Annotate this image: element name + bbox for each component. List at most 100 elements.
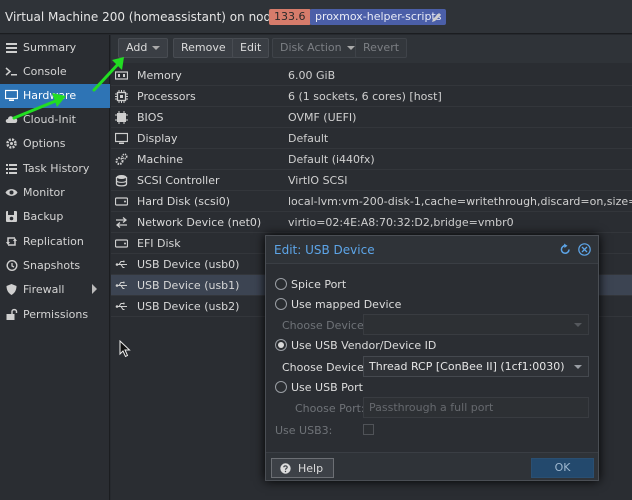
table-row[interactable]: Machine Default (i440fx) (111, 149, 632, 170)
floppy-icon (6, 211, 17, 222)
row-name: SCSI Controller (137, 174, 220, 187)
row-value: 6 (1 sockets, 6 cores) [host] (288, 90, 442, 103)
sidebar-item-label: Snapshots (23, 259, 81, 272)
chevron-down-icon (574, 365, 582, 369)
gear-icon (6, 138, 17, 149)
chevron-down-icon (574, 323, 582, 327)
row-name: USB Device (usb0) (137, 258, 240, 271)
pencil-icon[interactable] (431, 11, 443, 23)
spice-port-label: Spice Port (291, 278, 347, 291)
row-name: Display (137, 132, 178, 145)
row-name: USB Device (usb2) (137, 300, 240, 313)
table-row[interactable]: Memory 6.00 GiB (111, 65, 632, 86)
table-row[interactable]: BIOS OVMF (UEFI) (111, 107, 632, 128)
mouse-cursor-icon (119, 340, 131, 358)
row-value: Default (288, 132, 329, 145)
choose-device-select[interactable]: Thread RCP [ConBee II] (1cf1:0030) (363, 356, 589, 377)
choose-device-label: Choose Device: (282, 361, 368, 374)
usb-port-label: Use USB Port (291, 381, 363, 394)
ok-button[interactable]: OK (531, 458, 594, 478)
row-value: virtio=02:4E:A8:70:32:D2,bridge=vmbr0 (288, 216, 514, 229)
sidebar-item-label: Task History (23, 162, 90, 175)
vendor-device-radio[interactable] (275, 339, 287, 351)
vendor-device-label: Use USB Vendor/Device ID (291, 339, 437, 352)
row-value: OVMF (UEFI) (288, 111, 357, 124)
page-title: Virtual Machine 200 (homeassistant) on n… (5, 10, 312, 24)
sidebar-item-label: Console (23, 65, 67, 78)
edit-button[interactable]: Edit (232, 38, 270, 58)
mapped-device-label: Use mapped Device (291, 298, 402, 311)
summary-icon (6, 43, 17, 53)
row-name: Network Device (net0) (137, 216, 262, 229)
unlock-icon (6, 308, 18, 320)
revert-button[interactable]: Revert (355, 38, 408, 58)
sidebar-item-monitor[interactable]: Monitor (0, 181, 110, 205)
dialog-footer: Help OK (266, 452, 598, 480)
sidebar-item-permissions[interactable]: Permissions (0, 303, 110, 327)
tag-helper-scripts[interactable]: proxmox-helper-scripts (310, 9, 447, 25)
hdd-icon (115, 197, 128, 206)
database-icon (115, 175, 128, 187)
close-icon[interactable] (578, 243, 591, 256)
usb-icon (115, 281, 127, 290)
row-name: Memory (137, 69, 182, 82)
question-circle-icon (280, 463, 291, 474)
choose-port-label: Choose Port: (295, 402, 365, 415)
use-usb3-checkbox[interactable] (363, 424, 374, 435)
spice-port-radio[interactable] (275, 278, 287, 290)
table-row[interactable]: Network Device (net0) virtio=02:4E:A8:70… (111, 212, 632, 233)
sidebar-item-snapshots[interactable]: Snapshots (0, 254, 110, 278)
disk-action-button[interactable]: Disk Action (272, 38, 363, 58)
edit-usb-device-dialog: Edit: USB Device Spice Port Use mapped D… (265, 235, 599, 481)
sidebar-item-label: Monitor (23, 186, 65, 199)
sidebar-item-label: Replication (23, 235, 84, 248)
shield-icon (6, 284, 17, 295)
display-icon (115, 132, 128, 144)
usb-icon (115, 260, 127, 269)
mapped-choose-device-label: Choose Device: (282, 319, 368, 332)
choose-port-select[interactable]: Passthrough a full port (363, 397, 589, 418)
chevron-right-icon[interactable] (92, 284, 97, 294)
row-name: Hard Disk (scsi0) (137, 195, 231, 208)
sidebar-item-firewall[interactable]: Firewall (0, 278, 110, 302)
help-button[interactable]: Help (271, 458, 334, 478)
sidebar-item-label: Summary (23, 41, 77, 54)
eye-icon (5, 189, 18, 196)
toolbar: Add Remove Edit Disk Action Revert (111, 35, 632, 63)
usb-port-radio[interactable] (275, 381, 287, 393)
row-name: EFI Disk (137, 237, 181, 250)
list-icon (6, 164, 17, 174)
dialog-title-bar: Edit: USB Device (266, 236, 598, 264)
table-row[interactable]: SCSI Controller VirtIO SCSI (111, 170, 632, 191)
reset-icon[interactable] (559, 243, 572, 256)
table-row[interactable]: Display Default (111, 128, 632, 149)
choose-port-placeholder: Passthrough a full port (369, 401, 494, 414)
sidebar-item-backup[interactable]: Backup (0, 205, 110, 229)
row-name: Machine (137, 153, 184, 166)
table-row[interactable]: Hard Disk (scsi0) local-lvm:vm-200-disk-… (111, 191, 632, 212)
title-bar: Virtual Machine 200 (homeassistant) on n… (0, 0, 632, 34)
cogs-icon (115, 153, 128, 165)
remove-button[interactable]: Remove (173, 38, 234, 58)
sidebar-item-options[interactable]: Options (0, 132, 110, 156)
hdd-icon (115, 239, 128, 248)
mapped-device-radio[interactable] (275, 298, 287, 310)
history-icon (6, 259, 18, 272)
sidebar-item-replication[interactable]: Replication (0, 230, 110, 254)
dialog-title: Edit: USB Device (274, 243, 375, 257)
exchange-icon (115, 217, 128, 228)
row-name: BIOS (137, 111, 164, 124)
mapped-device-select[interactable] (363, 314, 589, 335)
tag-ip[interactable]: 133.6 (269, 9, 311, 25)
console-icon (5, 67, 17, 76)
chip-icon (115, 111, 128, 124)
chevron-down-icon (152, 46, 161, 50)
choose-device-value: Thread RCP [ConBee II] (1cf1:0030) (369, 360, 565, 373)
annotation-arrow-add (92, 57, 124, 92)
sidebar-item-label: Options (23, 137, 66, 150)
table-row[interactable]: Processors 6 (1 sockets, 6 cores) [host] (111, 86, 632, 107)
row-value: Default (i440fx) (288, 153, 375, 166)
sidebar-item-task-history[interactable]: Task History (0, 157, 110, 181)
help-label: Help (298, 462, 324, 475)
annotation-arrow-hardware (12, 93, 66, 120)
